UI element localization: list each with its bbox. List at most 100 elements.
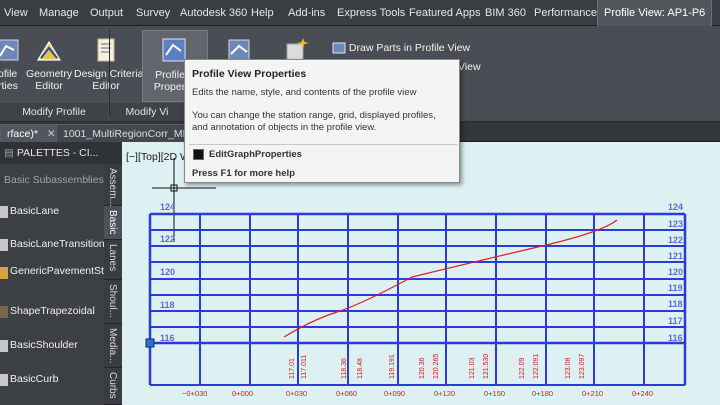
vtab-shoulders[interactable]: Shoul... bbox=[104, 280, 122, 324]
station-elevation-label: 122.091 bbox=[533, 354, 540, 379]
elevation-label-right: 121 bbox=[668, 251, 683, 261]
station-elevation-label: 120.36 bbox=[419, 357, 426, 379]
elevation-label-left: 116 bbox=[160, 333, 175, 343]
vtab-label: Curbs bbox=[107, 372, 118, 399]
tab-express-tools[interactable]: Express Tools bbox=[337, 0, 405, 26]
palette-item-genericpavementstructure[interactable]: GenericPavementStructure bbox=[0, 265, 137, 293]
vtab-label: Media... bbox=[107, 328, 118, 364]
station-label: −0+030 bbox=[182, 389, 207, 398]
station-label: 0+240 bbox=[632, 389, 653, 398]
tab-help[interactable]: Help bbox=[251, 0, 274, 26]
tab-performance[interactable]: Performance bbox=[534, 0, 597, 26]
vtab-assemblies[interactable]: Assem... bbox=[104, 164, 122, 207]
tab-view[interactable]: View bbox=[4, 0, 28, 26]
tooltip-divider bbox=[189, 144, 457, 145]
geometry-editor-icon bbox=[35, 36, 63, 64]
subassembly-icon bbox=[0, 340, 8, 352]
station-label: 0+000 bbox=[232, 389, 253, 398]
station-elevation-label: 119.191 bbox=[389, 354, 396, 379]
elevation-label-left: 122 bbox=[160, 234, 175, 244]
grip-icon[interactable]: ▤ bbox=[4, 147, 14, 159]
civil3d-window: View Manage Output Survey Autodesk 360 H… bbox=[0, 0, 720, 405]
profile-properties-icon bbox=[0, 36, 24, 64]
doc-tab-current[interactable]: rface)* ✕ bbox=[0, 124, 63, 142]
tab-featured-apps[interactable]: Featured Apps bbox=[409, 0, 481, 26]
subassembly-icon bbox=[0, 306, 8, 318]
vtab-label: Basic bbox=[107, 210, 118, 235]
tooltip-body: You can change the station range, grid, … bbox=[192, 110, 436, 133]
partial-view-button[interactable]: View bbox=[458, 59, 481, 75]
design-criteria-editor-button[interactable]: Design Criteria Editor bbox=[74, 30, 144, 92]
palette-vertical-tabs: Assem... Basic Lanes Shoul... Media... C… bbox=[104, 164, 122, 405]
palette-subtitle: Basic Subassemblies bbox=[4, 174, 104, 186]
station-label: 0+060 bbox=[336, 389, 357, 398]
elevation-label-left: 118 bbox=[160, 300, 175, 310]
subassembly-icon bbox=[0, 374, 8, 386]
subassembly-icon bbox=[0, 239, 8, 251]
tooltip-title: Profile View Properties bbox=[192, 68, 307, 80]
geometry-editor-label: Geometry Editor bbox=[26, 68, 73, 92]
station-label: 0+180 bbox=[532, 389, 553, 398]
tooltip-profile-view-properties: Profile View Properties Edits the name, … bbox=[184, 59, 460, 183]
tab-add-ins[interactable]: Add-ins bbox=[288, 0, 325, 26]
subassembly-icon bbox=[0, 206, 8, 218]
palette-item-basiclanetransition[interactable]: BasicLaneTransition bbox=[0, 238, 105, 252]
vtab-label: Assem... bbox=[107, 168, 118, 207]
profile-properties-button[interactable]: ofile rties bbox=[0, 30, 22, 92]
tab-bim-360[interactable]: BIM 360 bbox=[485, 0, 526, 26]
elevation-label-right: 120 bbox=[668, 267, 683, 277]
station-elevation-label: 117.01 bbox=[289, 358, 296, 379]
station-label: 0+120 bbox=[434, 389, 455, 398]
vtab-lanes[interactable]: Lanes bbox=[104, 240, 122, 280]
station-elevation-label: 118.36 bbox=[341, 358, 348, 379]
elevation-label-right: 122 bbox=[668, 235, 683, 245]
vtab-medians[interactable]: Media... bbox=[104, 324, 122, 368]
station-elevation-label: 121.03 bbox=[469, 357, 476, 379]
design-criteria-icon bbox=[92, 36, 120, 64]
tab-autodesk-360[interactable]: Autodesk 360 bbox=[180, 0, 247, 26]
station-elevation-label: 123.08 bbox=[565, 357, 572, 379]
palette-item-label: BasicLane bbox=[10, 205, 60, 217]
tab-output[interactable]: Output bbox=[90, 0, 123, 26]
design-criteria-editor-label: Design Criteria Editor bbox=[74, 68, 144, 92]
command-icon bbox=[193, 149, 204, 160]
station-elevation-label: 122.09 bbox=[519, 357, 526, 379]
grip-handle[interactable] bbox=[145, 338, 155, 348]
station-elevation-label: 121.530 bbox=[483, 354, 490, 379]
draw-parts-label: Draw Parts in Profile View bbox=[348, 42, 471, 54]
tab-survey[interactable]: Survey bbox=[136, 0, 170, 26]
station-label: 0+150 bbox=[484, 389, 505, 398]
elevation-label-right: 124 bbox=[668, 202, 683, 212]
elevation-label-right: 116 bbox=[668, 333, 683, 343]
tab-profile-view[interactable]: Profile View: AP1-P6 bbox=[597, 0, 713, 26]
panel-label-modify-view: Modify Vi bbox=[110, 103, 184, 121]
vtab-label: Shoul... bbox=[107, 284, 118, 318]
station-elevation-label: 117.011 bbox=[301, 355, 308, 379]
profile-properties-label: ofile rties bbox=[0, 68, 18, 92]
tooltip-help: Press F1 for more help bbox=[192, 168, 295, 179]
palette-item-label: BasicLaneTransition bbox=[10, 238, 105, 250]
vtab-basic[interactable]: Basic bbox=[104, 206, 122, 240]
palette-item-label: BasicShoulder bbox=[10, 339, 78, 351]
draw-parts-in-profile-view-button[interactable]: Draw Parts in Profile View bbox=[332, 40, 470, 56]
geometry-editor-button[interactable]: Geometry Editor bbox=[26, 30, 72, 92]
panel-label-modify-profile: Modify Profile bbox=[0, 103, 108, 121]
tab-manage[interactable]: Manage bbox=[39, 0, 79, 26]
palette-item-label: GenericPavementStructure bbox=[10, 265, 137, 277]
close-icon[interactable]: ✕ bbox=[47, 128, 56, 140]
palette-title: ▤ PALETTES - CI... bbox=[0, 142, 122, 164]
palette-item-label: ShapeTrapezoidal bbox=[10, 305, 95, 317]
station-elevation-label: 123.097 bbox=[579, 354, 586, 379]
tool-palette: ▤ PALETTES - CI... Basic Subassemblies Ba… bbox=[0, 142, 137, 405]
palette-item-basiccurb[interactable]: BasicCurb bbox=[0, 373, 104, 387]
station-elevation-label: 120.265 bbox=[433, 354, 440, 379]
palette-item-basiclane[interactable]: BasicLane bbox=[0, 205, 104, 219]
palette-item-shapetrapezoidal[interactable]: ShapeTrapezoidal bbox=[0, 305, 104, 319]
tooltip-command: EditGraphProperties bbox=[209, 149, 302, 160]
palette-item-basicshoulder[interactable]: BasicShoulder bbox=[0, 339, 104, 353]
vtab-curbs[interactable]: Curbs bbox=[104, 368, 122, 405]
elevation-label-right: 117 bbox=[668, 316, 683, 326]
station-label: 0+210 bbox=[582, 389, 603, 398]
elevation-label-left: 120 bbox=[160, 267, 175, 277]
partial-view-label: View bbox=[458, 61, 481, 73]
